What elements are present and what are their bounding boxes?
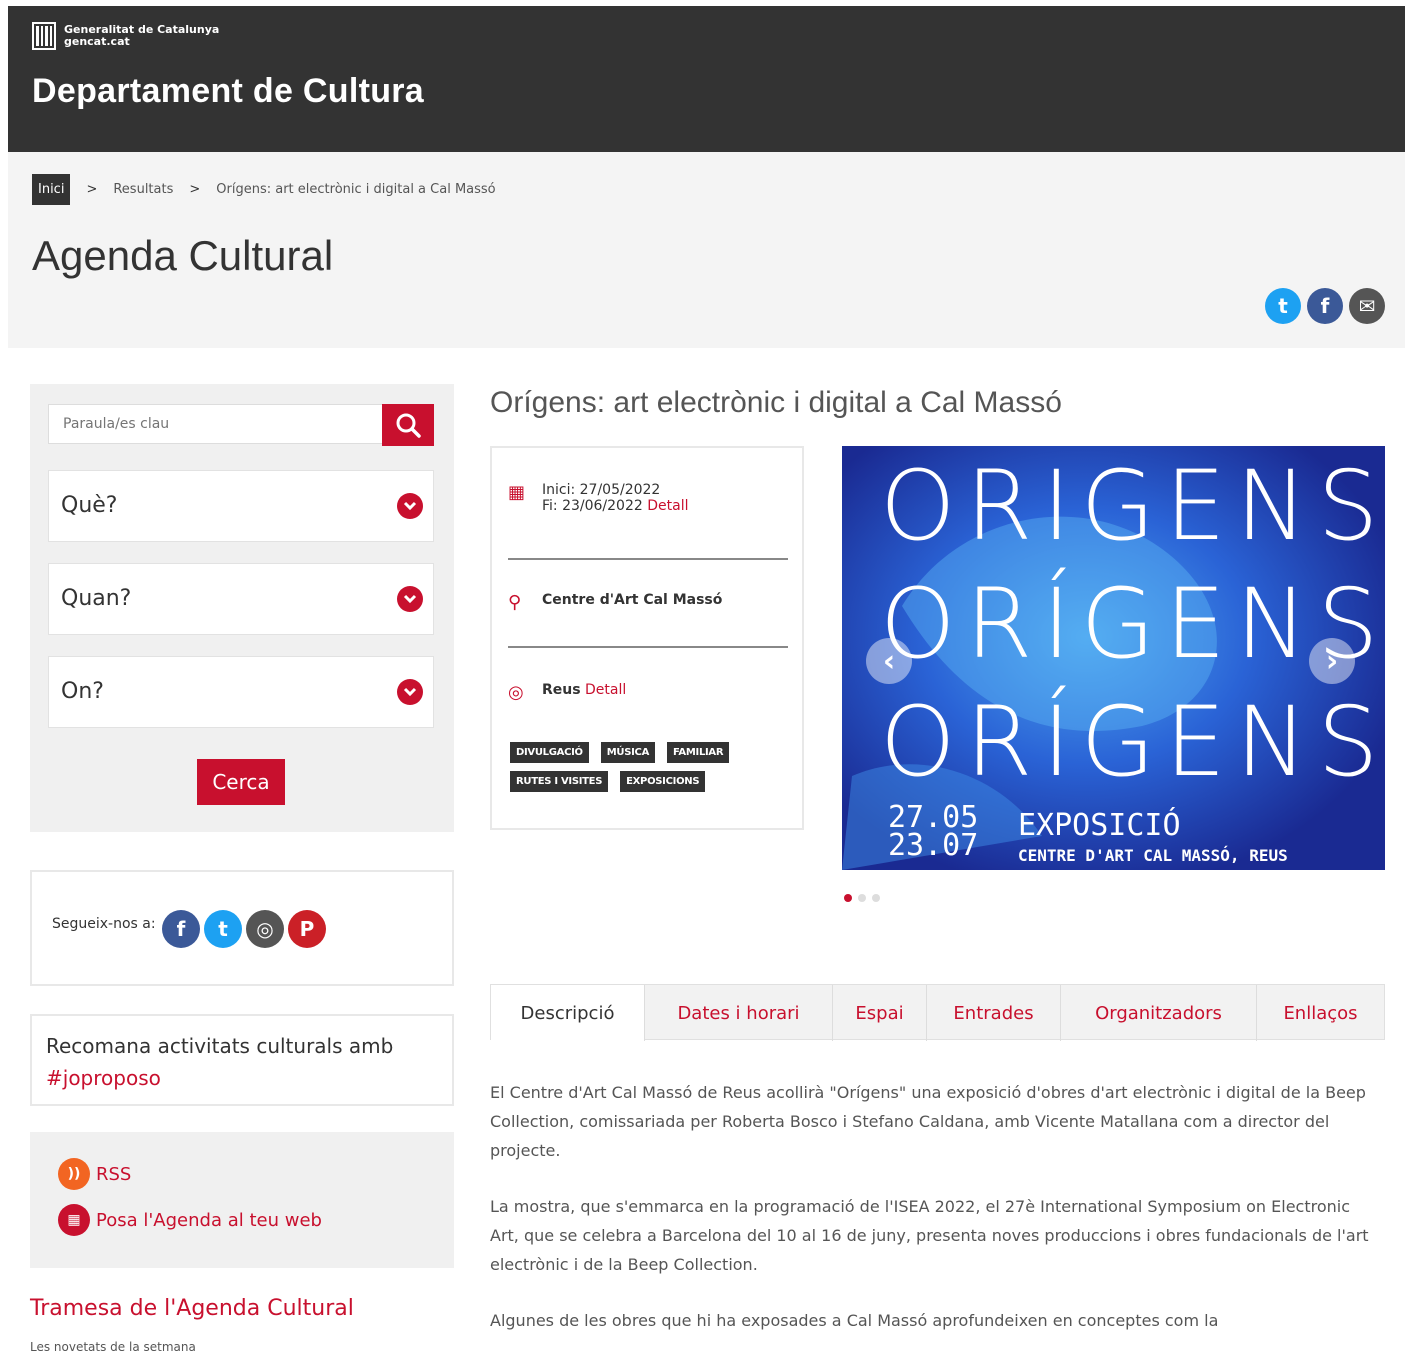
city-name: Reus [542,682,581,698]
follow-label: Segueix-nos a: [52,916,156,932]
rss-label: RSS [96,1163,132,1185]
recommend-box: Recomana activitats culturals amb #jopro… [30,1014,454,1106]
event-city: ◎ Reus Detall [508,682,626,703]
chevron-down-icon [397,493,423,519]
city-detail-link[interactable]: Detall [585,682,626,698]
poster-dates: 27.05 23.07 [888,803,979,863]
tag[interactable]: MÚSICA [600,742,656,763]
carousel-dots [844,894,880,902]
hashtag-link[interactable]: #joproposo [46,1062,438,1094]
location-pin-icon: ⚲ [508,592,522,613]
poster-line1: ORIGENS [880,450,1385,562]
social-icons: f t ◎ P [162,910,326,948]
search-icon [396,413,421,438]
tab-descripcio[interactable]: Descripció [491,985,645,1041]
carousel-prev-icon[interactable]: ‹ [866,638,912,684]
follow-us-box: Segueix-nos a: f t ◎ P [30,870,454,986]
tag[interactable]: DIVULGACIÓ [510,742,589,763]
rss-link[interactable]: )) RSS [58,1158,131,1190]
carousel-dot[interactable] [872,894,880,902]
email-share-icon[interactable]: ✉ [1349,288,1385,324]
tab-enllacos[interactable]: Enllaços [1257,985,1384,1041]
dates-detail-link[interactable]: Detall [647,498,688,514]
tab-entrades[interactable]: Entrades [927,985,1061,1041]
twitter-icon[interactable]: t [204,910,242,948]
event-tags: DIVULGACIÓ MÚSICA FAMILIAR RUTES I VISIT… [510,742,800,792]
cerca-button[interactable]: Cerca [197,759,285,805]
title-band: Inici > Resultats > Orígens: art electrò… [8,152,1405,348]
filter-what[interactable]: Què? [48,470,434,542]
description-paragraph: El Centre d'Art Cal Massó de Reus acolli… [490,1083,1366,1160]
search-panel: Què? Quan? On? Cerca [30,384,454,832]
divider [508,646,788,648]
site-header: Generalitat de Catalunya gencat.cat Depa… [8,6,1405,152]
page: Generalitat de Catalunya gencat.cat Depa… [8,6,1405,1354]
newsletter-subtitle: Les novetats de la setmana [30,1340,196,1354]
event-venue: ⚲ Centre d'Art Cal Massó [508,592,722,613]
poster-centre: CENTRE D'ART CAL MASSÓ, REUS [1018,846,1288,865]
facebook-share-icon[interactable]: f [1307,288,1343,324]
pinterest-icon[interactable]: P [288,910,326,948]
breadcrumb-separator: > [86,182,98,197]
share-icons: t f ✉ [1265,288,1385,324]
embed-agenda-label: Posa l'Agenda al teu web [96,1209,322,1231]
recommend-text: Recomana activitats culturals amb [46,1034,394,1058]
newsletter-title[interactable]: Tramesa de l'Agenda Cultural [30,1296,354,1321]
tag[interactable]: EXPOSICIONS [620,771,706,792]
event-end: Fi: 23/06/2022 [542,498,643,514]
chevron-down-icon [397,679,423,705]
filter-where[interactable]: On? [48,656,434,728]
breadcrumb: Inici > Resultats > Orígens: art electrò… [32,174,496,205]
breadcrumb-current: Orígens: art electrònic i digital a Cal … [216,182,496,197]
keyword-input[interactable] [49,405,379,443]
keyword-search [48,404,434,446]
calendar-icon: ▦ [58,1204,90,1236]
description-paragraph: Algunes de les obres que hi ha exposades… [490,1311,1219,1330]
facebook-icon[interactable]: f [162,910,200,948]
embed-agenda-link[interactable]: ▦ Posa l'Agenda al teu web [58,1204,322,1236]
description-paragraph: La mostra, que s'emmarca en la programac… [490,1197,1369,1274]
carousel-dot[interactable] [858,894,866,902]
breadcrumb-home[interactable]: Inici [32,174,71,205]
poster-line3: ORÍGENS [880,686,1385,798]
poster-expo: EXPOSICIÓ [1018,808,1181,843]
page-title: Agenda Cultural [32,232,334,279]
event-title: Orígens: art electrònic i digital a Cal … [490,386,1062,419]
generalitat-text: Generalitat de Catalunya gencat.cat [64,24,219,48]
event-info-box: ▦ Inici: 27/05/2022 Fi: 23/06/2022 Detal… [490,446,804,830]
filter-when[interactable]: Quan? [48,563,434,635]
generalitat-logo[interactable]: Generalitat de Catalunya gencat.cat [32,22,219,50]
event-dates: ▦ Inici: 27/05/2022 Fi: 23/06/2022 Detal… [508,482,689,514]
generalitat-emblem-icon [32,22,56,50]
filter-where-label: On? [61,679,104,704]
poster-date2: 23.07 [888,828,979,863]
event-image-carousel[interactable]: ORIGENS ORÍGENS ORÍGENS 27.05 23.07 EXPO… [842,446,1385,870]
department-title[interactable]: Departament de Cultura [32,72,424,111]
carousel-next-icon[interactable]: › [1309,638,1355,684]
tab-dates[interactable]: Dates i horari [645,985,833,1041]
feeds-box: )) RSS ▦ Posa l'Agenda al teu web [30,1132,454,1268]
venue-name[interactable]: Centre d'Art Cal Massó [542,592,722,613]
rss-icon: )) [58,1158,90,1190]
instagram-icon[interactable]: ◎ [246,910,284,948]
tab-organitzadors[interactable]: Organitzadors [1061,985,1257,1041]
gov-line2: gencat.cat [64,35,130,48]
calendar-icon: ▦ [508,482,526,503]
filter-what-label: Què? [61,493,118,518]
search-button[interactable] [382,404,434,446]
event-start: Inici: 27/05/2022 [542,482,661,498]
event-tabs: Descripció Dates i horari Espai Entrades… [490,984,1385,1041]
tab-espai[interactable]: Espai [833,985,927,1041]
chevron-down-icon [397,586,423,612]
target-icon: ◎ [508,682,524,703]
breadcrumb-results[interactable]: Resultats [113,182,173,197]
filter-when-label: Quan? [61,586,132,611]
divider [508,558,788,560]
twitter-share-icon[interactable]: t [1265,288,1301,324]
tag[interactable]: FAMILIAR [667,742,730,763]
breadcrumb-separator: > [189,182,201,197]
carousel-dot[interactable] [844,894,852,902]
tag[interactable]: RUTES I VISITES [510,771,609,792]
